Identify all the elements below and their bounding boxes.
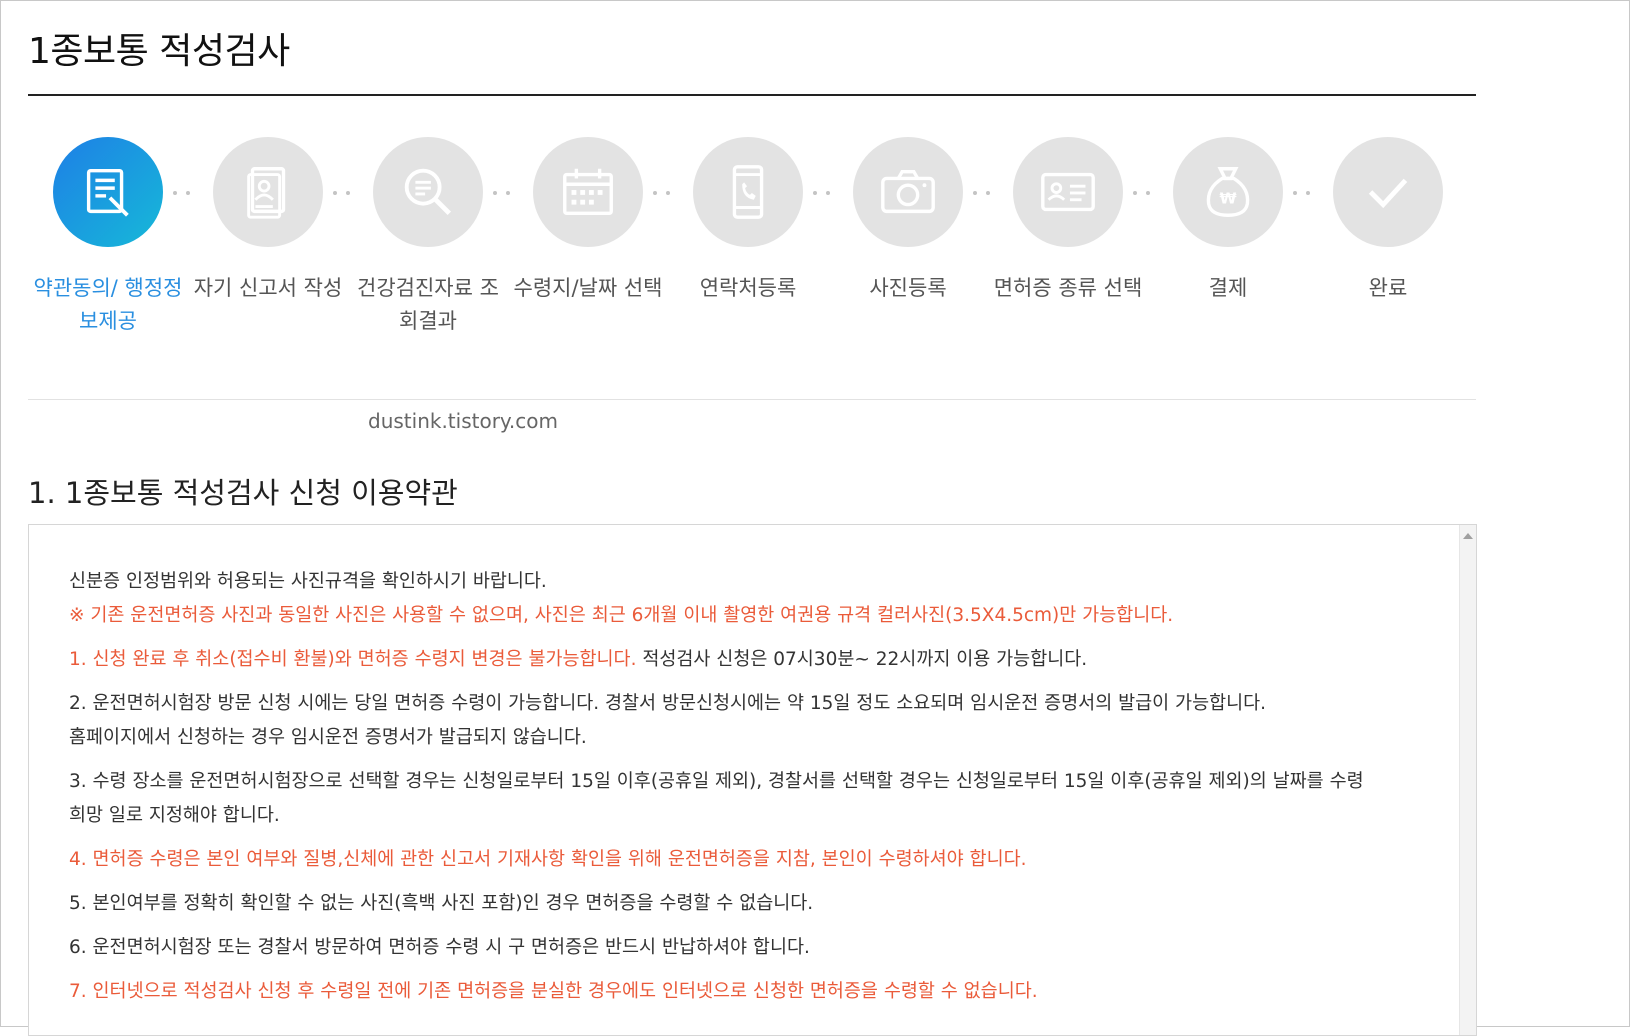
step-connector	[173, 191, 203, 195]
money-bag-icon: ₩	[1206, 167, 1250, 217]
step-connector	[1133, 191, 1163, 195]
terms-item-1-hours: 적성검사 신청은 07시30분~ 22시까지 이용 가능합니다.	[636, 649, 1088, 670]
step-label: 연락처등록	[699, 276, 797, 300]
step-connector	[333, 191, 363, 195]
step-6-photo[interactable]	[853, 137, 963, 247]
step-8-payment[interactable]: ₩	[1173, 137, 1283, 247]
section-divider	[28, 399, 1476, 400]
camera-icon	[881, 169, 935, 214]
scroll-up-arrow-icon[interactable]	[1463, 533, 1473, 539]
step-connector	[973, 191, 1003, 195]
magnifier-icon	[404, 168, 452, 216]
step-3-health-check[interactable]	[373, 137, 483, 247]
step-7-license-type[interactable]	[1013, 137, 1123, 247]
step-4-pickup-date[interactable]	[533, 137, 643, 247]
section-title: 1. 1종보통 적성검사 신청 이용약관	[28, 476, 458, 510]
step-label: 자기 신고서 작성	[193, 276, 343, 300]
check-icon	[1368, 178, 1408, 209]
watermark-text: dustink.tistory.com	[368, 409, 558, 433]
calendar-icon	[563, 168, 613, 216]
step-label: 면허증 종류 선택	[993, 276, 1143, 300]
step-connector	[813, 191, 843, 195]
step-5-contact[interactable]	[693, 137, 803, 247]
terms-item-7: 7. 인터넷으로 적성검사 신청 후 수령일 전에 기존 면허증을 분실한 경우…	[69, 981, 1038, 1002]
id-card-icon	[1041, 172, 1095, 212]
terms-item-4: 4. 면허증 수령은 본인 여부와 질병,신체에 관한 신고서 기재사항 확인을…	[69, 849, 1027, 870]
terms-scrollbar[interactable]	[1459, 525, 1476, 1035]
terms-item-2: 2. 운전면허시험장 방문 신청 시에는 당일 면허증 수령이 가능합니다. 경…	[69, 693, 1267, 714]
terms-scroll-box[interactable]: 신분증 인정범위와 허용되는 사진규격을 확인하시기 바랍니다. ※ 기존 운전…	[28, 524, 1477, 1036]
phone-icon	[732, 165, 764, 219]
terms-item-1: 1. 신청 완료 후 취소(접수비 환불)와 면허증 수령지 변경은 불가능합니…	[69, 643, 1409, 677]
step-connector	[493, 191, 523, 195]
terms-item-6: 6. 운전면허시험장 또는 경찰서 방문하여 면허증 수령 시 구 면허증은 반…	[69, 937, 810, 958]
user-document-icon	[247, 167, 286, 219]
step-label: 수령지/날짜 선택	[513, 276, 663, 300]
step-label: 약관동의/ 행정정보제공	[33, 276, 183, 333]
step-label: 건강검진자료 조회결과	[357, 276, 499, 333]
step-connector	[653, 191, 683, 195]
step-label: 결제	[1208, 276, 1248, 300]
document-pen-icon	[86, 168, 129, 217]
terms-item-1-warning: 1. 신청 완료 후 취소(접수비 환불)와 면허증 수령지 변경은 불가능합니…	[69, 649, 637, 670]
terms-item-3: 3. 수령 장소를 운전면허시험장으로 선택할 경우는 신청일로부터 15일 이…	[69, 771, 1364, 792]
terms-item-2-cont: 홈페이지에서 신청하는 경우 임시운전 증명서가 발급되지 않습니다.	[69, 727, 587, 748]
step-1-terms[interactable]	[53, 137, 163, 247]
step-9-complete[interactable]	[1333, 137, 1443, 247]
progress-steps: ₩ 약관동의/ 행정정보제공 자기 신고서 작성 건강검진자료 조회결과 수령지…	[0, 0, 1630, 360]
terms-content: 신분증 인정범위와 허용되는 사진규격을 확인하시기 바랍니다. ※ 기존 운전…	[69, 565, 1409, 1009]
terms-photo-notice: ※ 기존 운전면허증 사진과 동일한 사진은 사용할 수 없으며, 사진은 최근…	[69, 605, 1174, 626]
step-label: 완료	[1368, 276, 1408, 300]
svg-text:₩: ₩	[1219, 190, 1236, 208]
terms-item-3-cont: 희망 일로 지정해야 합니다.	[69, 805, 280, 826]
step-label: 사진등록	[869, 276, 947, 300]
terms-intro: 신분증 인정범위와 허용되는 사진규격을 확인하시기 바랍니다.	[69, 571, 547, 592]
terms-item-5: 5. 본인여부를 정확히 확인할 수 없는 사진(흑백 사진 포함)인 경우 면…	[69, 893, 814, 914]
step-connector	[1293, 191, 1323, 195]
step-2-self-report[interactable]	[213, 137, 323, 247]
